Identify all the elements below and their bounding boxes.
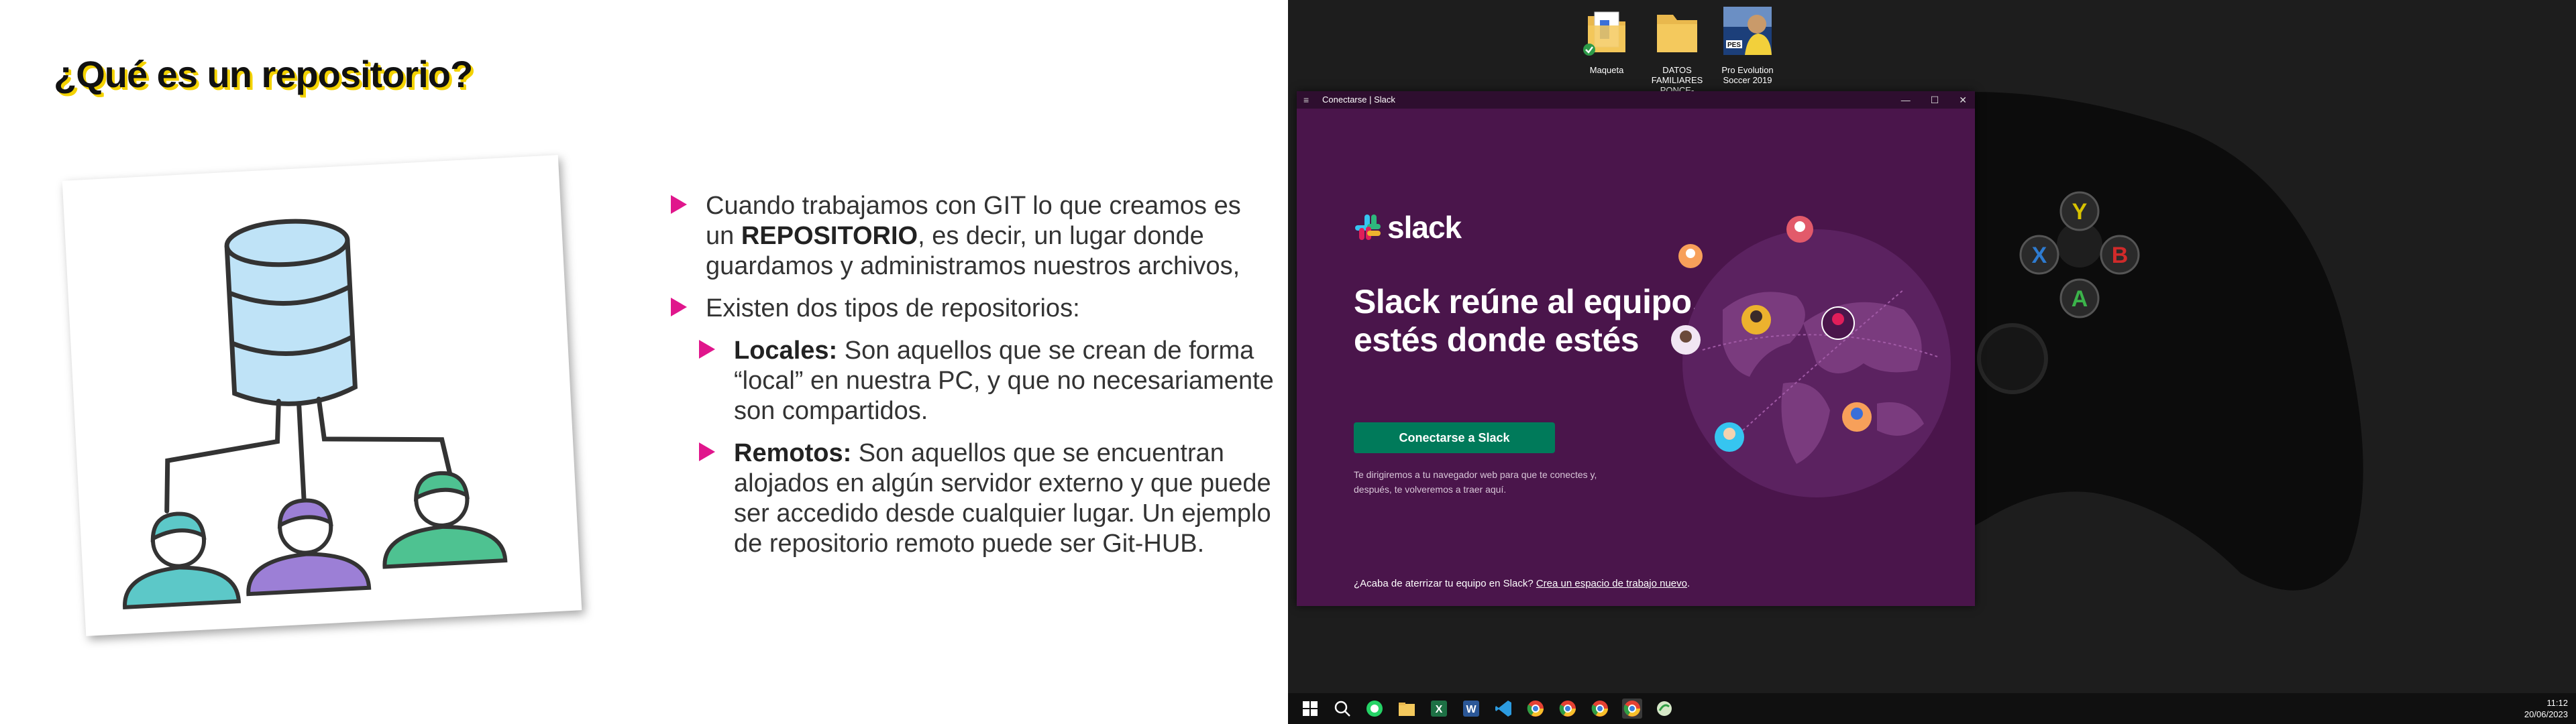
chrome-icon[interactable] xyxy=(1558,699,1578,719)
bullet-bold-text: Locales: xyxy=(734,337,838,365)
slack-logo: slack xyxy=(1354,209,1462,245)
window-title: Conectarse | Slack xyxy=(1322,95,1395,105)
bullet-bold-text: REPOSITORIO xyxy=(741,222,918,250)
avatar xyxy=(1786,216,1813,243)
svg-text:B: B xyxy=(2112,243,2129,268)
folder-icon xyxy=(1657,15,1697,52)
window-titlebar[interactable]: ≡ Conectarse | Slack — ☐ ✕ xyxy=(1297,91,1975,109)
svg-text:X: X xyxy=(2032,243,2047,268)
desktop-icon-maqueta[interactable]: Maqueta xyxy=(1573,5,1640,75)
desktop-icon-label: Pro Evolution Soccer 2019 xyxy=(1721,65,1774,85)
slack-logo-text: slack xyxy=(1387,210,1462,245)
user-icon xyxy=(123,511,241,609)
slack-footer: ¿Acaba de aterrizar tu equipo en Slack? … xyxy=(1354,578,1690,589)
avatar xyxy=(1821,306,1855,340)
avatar xyxy=(1842,402,1872,432)
maximize-icon[interactable]: ☐ xyxy=(1931,91,1939,109)
search-icon[interactable] xyxy=(1332,699,1352,719)
avatar xyxy=(1715,422,1744,452)
chrome-icon[interactable] xyxy=(1590,699,1610,719)
bullet-bold-text: Remotos: xyxy=(734,439,852,467)
avatar xyxy=(1678,244,1703,268)
svg-text:A: A xyxy=(2072,286,2088,312)
globe-illustration xyxy=(1671,216,1951,497)
user-icon xyxy=(246,498,372,597)
bullet-list: Cuando trabajamos con GIT lo que creamos… xyxy=(671,191,1275,571)
slide-title: ¿Qué es un repositorio? xyxy=(54,53,473,95)
desktop-icon-datos-familiares[interactable]: DATOS FAMILIARES PONCE-20230518... xyxy=(1644,5,1711,105)
desktop-icon-label: Maqueta xyxy=(1589,65,1624,75)
slack-window[interactable]: ≡ Conectarse | Slack — ☐ ✕ slack Slack r… xyxy=(1297,91,1975,606)
svg-text:PES: PES xyxy=(1727,42,1741,49)
file-explorer-icon[interactable] xyxy=(1397,699,1417,719)
hamburger-menu-icon[interactable]: ≡ xyxy=(1303,91,1309,109)
chrome-icon[interactable] xyxy=(1525,699,1546,719)
avatar xyxy=(1741,305,1771,335)
bullet-item: Existen dos tipos de repositorios: xyxy=(671,294,1275,324)
window-controls: — ☐ ✕ xyxy=(1901,91,1967,109)
minimize-icon[interactable]: — xyxy=(1901,91,1911,109)
footer-text: ¿Acaba de aterrizar tu equipo en Slack? xyxy=(1354,578,1534,589)
clock-time: 11:12 xyxy=(2546,698,2568,708)
slack-note: Te dirigiremos a tu navegador web para q… xyxy=(1354,469,1597,495)
footer-end: . xyxy=(1686,578,1690,589)
sub-bullet-item: Locales: Son aquellos que se crean de fo… xyxy=(671,336,1275,426)
avatar xyxy=(1671,325,1701,355)
folder-icon xyxy=(1583,11,1625,56)
windows-start-icon[interactable] xyxy=(1300,699,1320,719)
system-clock[interactable]: 11:12 20/06/2023 xyxy=(2524,697,2568,720)
bullet-item: Cuando trabajamos con GIT lo que creamos… xyxy=(671,191,1275,282)
slack-logo-icon xyxy=(1355,215,1381,240)
svg-text:X: X xyxy=(1436,704,1443,715)
close-icon[interactable]: ✕ xyxy=(1959,91,1967,109)
excel-icon[interactable]: X xyxy=(1429,699,1449,719)
bullet-arrow-icon xyxy=(671,298,687,316)
chrome-icon[interactable] xyxy=(1622,699,1642,719)
vscode-icon[interactable] xyxy=(1493,699,1513,719)
slack-body: slack Slack reúne al equipo, estés donde… xyxy=(1297,109,1975,606)
bullet-text: Existen dos tipos de repositorios: xyxy=(706,294,1080,322)
presentation-slide: ¿Qué es un repositorio? Cuando trabajamo… xyxy=(0,0,1291,724)
repository-illustration xyxy=(62,155,582,636)
create-workspace-link[interactable]: Crea un espacio de trabajo nuevo xyxy=(1536,578,1687,589)
slack-heading: Slack reúne al equipo, estés donde estés xyxy=(1354,283,1701,359)
sub-bullet-item: Remotos: Son aquellos que se encuentran … xyxy=(671,438,1275,559)
bullet-arrow-icon xyxy=(671,195,687,214)
database-icon xyxy=(224,219,358,406)
user-icon xyxy=(382,471,508,569)
bullet-arrow-icon xyxy=(699,442,715,461)
desktop-icon-pes-2019[interactable]: PES Pro Evolution Soccer 2019 xyxy=(1714,5,1781,85)
svg-text:Y: Y xyxy=(2072,199,2088,225)
game-icon: PES xyxy=(1723,7,1772,55)
taskbar: X W 11:12 20/06/2023 xyxy=(1288,693,2576,724)
clock-date: 20/06/2023 xyxy=(2524,709,2568,719)
bullet-arrow-icon xyxy=(699,340,715,359)
svg-text:W: W xyxy=(1466,704,1477,715)
sign-in-button[interactable]: Conectarse a Slack xyxy=(1354,422,1555,453)
misc-app-icon[interactable] xyxy=(1654,699,1674,719)
whatsapp-icon[interactable] xyxy=(1364,699,1385,719)
word-icon[interactable]: W xyxy=(1461,699,1481,719)
